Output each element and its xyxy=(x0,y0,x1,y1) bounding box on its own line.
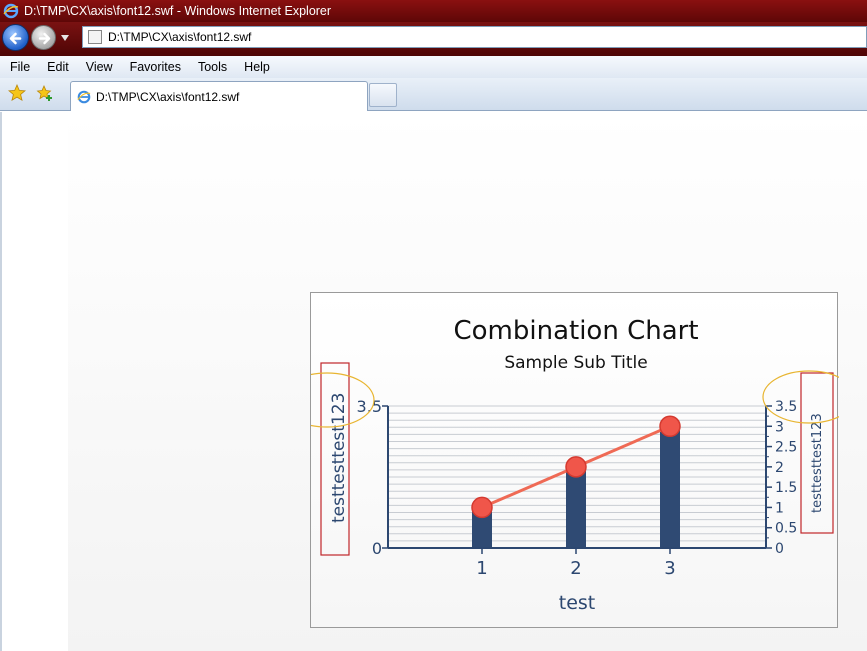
menu-bar: File Edit View Favorites Tools Help xyxy=(0,56,867,78)
right-axis-tick-label: 3 xyxy=(775,419,784,435)
chart-title: Combination Chart xyxy=(453,316,698,346)
new-tab-button[interactable] xyxy=(369,83,397,107)
tab-current[interactable]: D:\TMP\CX\axis\font12.swf xyxy=(70,81,368,111)
menu-favorites[interactable]: Favorites xyxy=(120,60,188,74)
menu-file[interactable]: File xyxy=(0,60,37,74)
tab-label: D:\TMP\CX\axis\font12.swf xyxy=(96,89,240,104)
bar xyxy=(566,466,586,548)
back-button[interactable] xyxy=(2,24,29,51)
line-marker xyxy=(659,415,681,438)
left-axis-title: testtesttest123 xyxy=(329,393,349,523)
navigation-bar: D:\TMP\CX\axis\font12.swf xyxy=(0,22,867,56)
window-title-bar[interactable]: D:\TMP\CX\axis\font12.swf - Windows Inte… xyxy=(0,0,867,22)
x-axis-tick-label: 3 xyxy=(664,558,675,579)
left-axis-tick-label: 0 xyxy=(372,539,382,558)
combination-chart: Combination Chart Sample Sub Title 0 3.5 0… xyxy=(279,316,856,614)
address-bar[interactable]: D:\TMP\CX\axis\font12.swf xyxy=(82,26,867,48)
right-axis-tick-label: 1.5 xyxy=(775,480,797,496)
window-title: D:\TMP\CX\axis\font12.swf - Windows Inte… xyxy=(24,4,332,18)
right-axis-tick-label: 1 xyxy=(775,500,784,516)
x-axis-title: test xyxy=(559,592,596,614)
bar xyxy=(660,426,680,548)
internet-explorer-icon xyxy=(3,3,19,19)
left-axis-tick-label: 3.5 xyxy=(357,397,382,416)
menu-view[interactable]: View xyxy=(76,60,120,74)
menu-edit[interactable]: Edit xyxy=(37,60,76,74)
back-arrow-icon xyxy=(9,32,22,45)
right-axis-title: testtesttest123 xyxy=(810,413,825,513)
x-axis-tick-label: 2 xyxy=(570,558,581,579)
x-axis-tick-label: 1 xyxy=(476,558,487,579)
forward-arrow-icon xyxy=(38,32,51,45)
right-axis-tick-label: 2.5 xyxy=(775,440,797,456)
right-axis-tick-label: 2 xyxy=(775,460,784,476)
line-marker xyxy=(565,456,587,478)
chart-subtitle: Sample Sub Title xyxy=(504,353,647,373)
internet-explorer-icon xyxy=(77,90,91,103)
favorites-star-icon[interactable] xyxy=(8,84,26,102)
forward-button[interactable] xyxy=(31,25,56,50)
line-marker xyxy=(471,496,493,519)
add-to-favorites-icon[interactable] xyxy=(36,84,54,102)
page-icon xyxy=(88,30,102,44)
right-axis-tick-label: 3.5 xyxy=(775,399,797,415)
menu-help[interactable]: Help xyxy=(234,60,277,74)
bar-series xyxy=(472,426,680,548)
right-axis-tick-label: 0.5 xyxy=(775,521,797,537)
recent-pages-dropdown-icon[interactable] xyxy=(60,34,70,42)
chart-frame: Combination Chart Sample Sub Title 0 3.5 0… xyxy=(279,292,856,628)
tab-bar: D:\TMP\CX\axis\font12.swf xyxy=(0,78,867,111)
menu-tools[interactable]: Tools xyxy=(188,60,234,74)
right-axis-tick-label: 0 xyxy=(775,541,784,557)
address-bar-url: D:\TMP\CX\axis\font12.swf xyxy=(108,30,252,44)
